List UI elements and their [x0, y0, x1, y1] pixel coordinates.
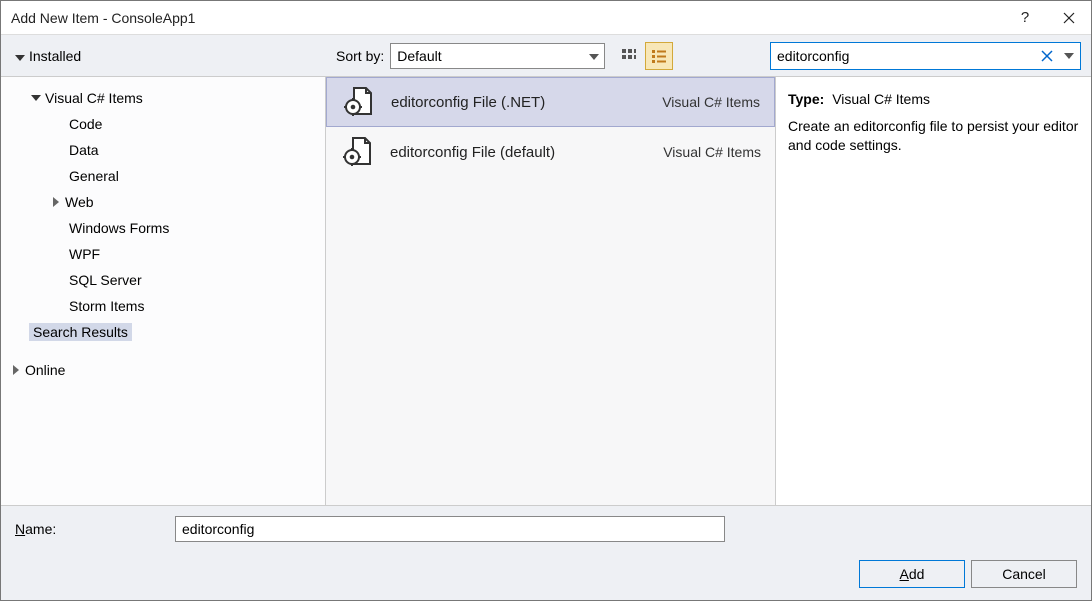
category-tree: Visual C# Items Code Data General Web Wi… — [1, 77, 326, 505]
chevron-down-icon — [29, 91, 43, 105]
template-name: editorconfig File (default) — [390, 144, 653, 161]
tree-node-online[interactable]: Online — [1, 357, 325, 383]
search-options-button[interactable] — [1058, 43, 1080, 69]
name-label: Name: — [15, 521, 175, 537]
type-line: Type: Visual C# Items — [788, 91, 1079, 107]
chevron-down-icon — [1064, 53, 1074, 59]
tree-label: Visual C# Items — [45, 90, 143, 106]
tree-node-csharp-items[interactable]: Visual C# Items — [1, 85, 325, 111]
tree-node-code[interactable]: Code — [1, 111, 325, 137]
search-input[interactable] — [771, 43, 1036, 69]
template-category: Visual C# Items — [662, 94, 760, 110]
titlebar: Add New Item - ConsoleApp1 ? — [1, 1, 1091, 35]
tree-node-sql[interactable]: SQL Server — [1, 267, 325, 293]
main-area: Visual C# Items Code Data General Web Wi… — [1, 77, 1091, 505]
type-value: Visual C# Items — [832, 91, 930, 107]
grid-icon — [621, 48, 637, 64]
details-pane: Type: Visual C# Items Create an editorco… — [776, 77, 1091, 505]
sort-by-label: Sort by: — [336, 48, 384, 64]
tree-header-label: Installed — [29, 48, 81, 64]
chevron-right-icon — [49, 195, 63, 209]
clear-search-button[interactable] — [1036, 43, 1058, 69]
tree-node-data[interactable]: Data — [1, 137, 325, 163]
tree-node-winforms[interactable]: Windows Forms — [1, 215, 325, 241]
close-icon — [1063, 12, 1075, 24]
tree-node-search-results[interactable]: Search Results — [1, 319, 325, 345]
editorconfig-file-icon — [338, 132, 378, 172]
sort-area: Sort by: — [326, 43, 605, 69]
cancel-button[interactable]: Cancel — [971, 560, 1077, 588]
template-item[interactable]: editorconfig File (default) Visual C# It… — [326, 127, 775, 177]
footer: Name: Add Cancel — [1, 505, 1091, 600]
close-button[interactable] — [1047, 2, 1091, 34]
help-button[interactable]: ? — [1003, 2, 1047, 34]
view-mode-buttons — [615, 42, 673, 70]
chevron-down-icon — [15, 48, 25, 64]
name-row: Name: — [15, 516, 1077, 542]
sort-by-value[interactable] — [390, 43, 605, 69]
window-title: Add New Item - ConsoleApp1 — [11, 10, 1003, 26]
grid-view-button[interactable] — [615, 42, 643, 70]
type-label: Type: — [788, 91, 824, 107]
tree-node-storm[interactable]: Storm Items — [1, 293, 325, 319]
template-description: Create an editorconfig file to persist y… — [788, 117, 1079, 155]
name-input[interactable] — [175, 516, 725, 542]
tree-node-general[interactable]: General — [1, 163, 325, 189]
toolbar: Installed Sort by: — [1, 35, 1091, 77]
close-icon — [1041, 50, 1053, 62]
list-icon — [651, 48, 667, 64]
tree-header[interactable]: Installed — [1, 48, 326, 64]
chevron-right-icon — [9, 363, 23, 377]
list-view-button[interactable] — [645, 42, 673, 70]
template-item[interactable]: editorconfig File (.NET) Visual C# Items — [326, 77, 775, 127]
editorconfig-file-icon — [339, 82, 379, 122]
tree-node-wpf[interactable]: WPF — [1, 241, 325, 267]
tree-node-web[interactable]: Web — [1, 189, 325, 215]
template-list: editorconfig File (.NET) Visual C# Items — [326, 77, 776, 505]
button-row: Add Cancel — [15, 560, 1077, 588]
template-category: Visual C# Items — [663, 144, 761, 160]
sort-by-select[interactable] — [390, 43, 605, 69]
add-new-item-dialog: Add New Item - ConsoleApp1 ? Installed S… — [0, 0, 1092, 601]
template-name: editorconfig File (.NET) — [391, 94, 652, 111]
search-box[interactable] — [770, 42, 1081, 70]
add-button[interactable]: Add — [859, 560, 965, 588]
